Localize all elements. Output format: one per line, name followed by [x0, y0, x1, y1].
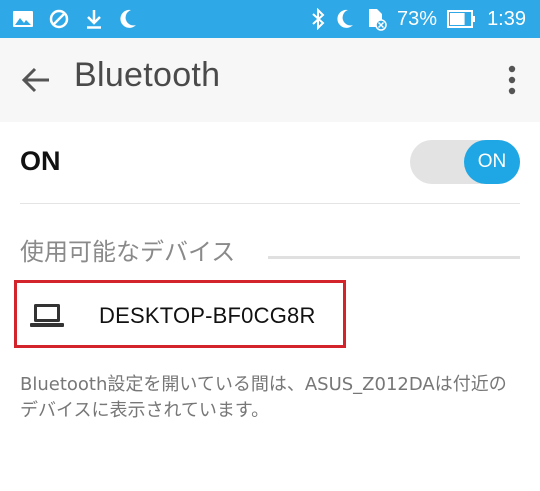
status-bar-notifications	[12, 0, 138, 38]
page-title: Bluetooth	[74, 56, 221, 94]
download-icon	[84, 8, 104, 30]
bluetooth-icon	[311, 8, 325, 30]
more-vert-icon	[508, 65, 516, 95]
section-divider	[268, 256, 520, 259]
battery-icon	[447, 9, 477, 29]
moon-icon	[118, 8, 138, 30]
sd-card-icon	[365, 7, 387, 31]
divider	[20, 203, 520, 204]
back-button[interactable]	[16, 60, 56, 100]
battery-percent: 73%	[397, 7, 438, 30]
bluetooth-switch[interactable]: ON	[410, 140, 520, 184]
moon-icon	[335, 8, 355, 30]
blocked-icon	[48, 8, 70, 30]
gallery-icon	[12, 9, 34, 29]
bluetooth-toggle-row[interactable]: ON ON	[0, 122, 540, 204]
switch-knob: ON	[464, 140, 520, 184]
bluetooth-toggle-label: ON	[20, 146, 61, 176]
laptop-icon	[30, 304, 64, 327]
device-name: DESKTOP-BF0CG8R	[99, 303, 316, 328]
visibility-info-text: Bluetooth設定を開いている間は、ASUS_Z012DAは付近のデバイスに…	[20, 374, 507, 421]
available-devices-header: 使用可能なデバイス	[20, 238, 236, 266]
arrow-back-icon	[21, 67, 49, 93]
more-options-button[interactable]	[496, 60, 528, 100]
status-bar: 73% 1:39	[0, 0, 540, 38]
battery-fill	[450, 13, 465, 25]
status-bar-system: 73% 1:39	[311, 0, 526, 38]
device-item[interactable]: DESKTOP-BF0CG8R	[14, 280, 346, 348]
clock: 1:39	[487, 7, 526, 30]
app-bar: Bluetooth	[0, 38, 540, 122]
